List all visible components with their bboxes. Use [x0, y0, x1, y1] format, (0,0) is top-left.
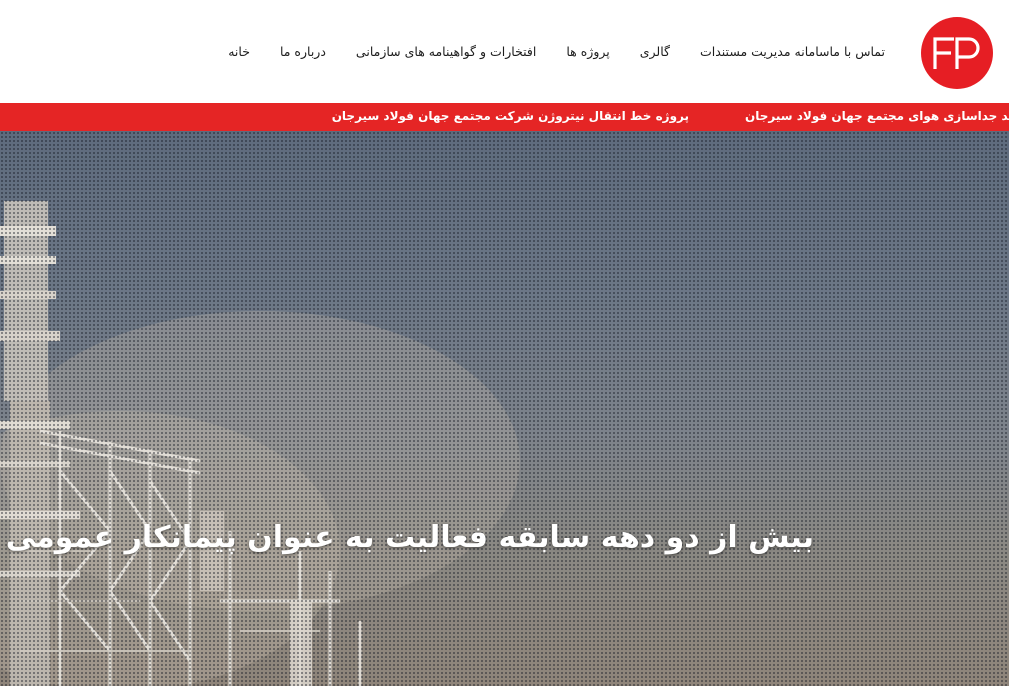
ticker-item[interactable]: پروژه خط انتقال نیتروژن شرکت مجتمع جهان … — [332, 107, 689, 125]
hero-title: بیش از دو دهه سابقه فعالیت به عنوان پیما… — [5, 520, 814, 555]
nav-about[interactable]: درباره ما — [280, 42, 326, 62]
nav-gallery[interactable]: گالری — [640, 42, 670, 62]
nav-home[interactable]: خانه — [228, 42, 250, 62]
nav-contact[interactable]: تماس با ما — [829, 42, 885, 62]
main-nav: خانه درباره ما افتخارات و گواهینامه های … — [198, 42, 885, 62]
news-ticker: پروژه خط انتقال نیتروژن شرکت مجتمع جهان … — [0, 103, 1009, 131]
dot-overlay — [0, 131, 1009, 686]
nav-document-management[interactable]: سامانه مدیریت مستندات — [700, 42, 830, 62]
site-header: خانه درباره ما افتخارات و گواهینامه های … — [0, 0, 1009, 103]
fp-logo-icon[interactable] — [921, 17, 993, 89]
nav-certificates[interactable]: افتخارات و گواهینامه های سازمانی — [356, 42, 536, 62]
ticker-item[interactable]: واحد جداسازی هوای مجتمع جهان فولاد سیرجا… — [745, 107, 1009, 125]
logo-mark — [933, 37, 980, 69]
hero-banner: بیش از دو دهه سابقه فعالیت به عنوان پیما… — [0, 131, 1009, 686]
nav-projects[interactable]: پروژه ها — [566, 42, 609, 62]
